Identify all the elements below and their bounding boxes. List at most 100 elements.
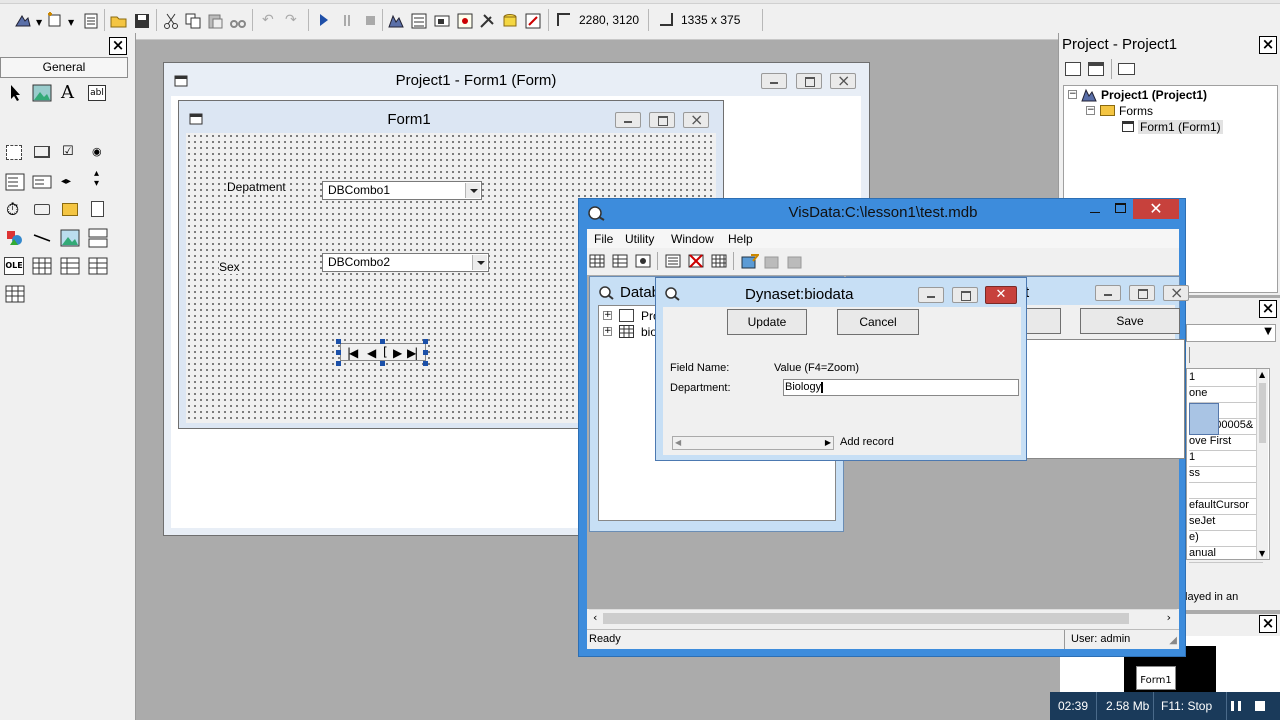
line-tool-icon[interactable] — [31, 227, 53, 249]
stop-icon[interactable] — [1255, 701, 1265, 711]
dropdown-arrow-icon[interactable]: ▼ — [36, 18, 42, 27]
dblist-tool-icon[interactable] — [87, 255, 109, 277]
optionbutton-tool-icon[interactable]: ◉ — [92, 145, 102, 158]
chevron-down-icon[interactable] — [465, 183, 480, 198]
snapshot-type-icon[interactable] — [635, 253, 651, 269]
scroll-thumb[interactable] — [1259, 383, 1266, 443]
toolbox-icon[interactable] — [478, 12, 496, 30]
ole-tool-icon[interactable]: OLE — [4, 257, 24, 275]
property-row[interactable]: ss — [1189, 467, 1263, 483]
expand-icon[interactable]: + — [603, 327, 612, 336]
size-grip-icon[interactable]: ◢ — [1169, 635, 1177, 646]
dbcombo1[interactable]: DBCombo1 — [322, 181, 482, 200]
view-object-icon[interactable] — [1088, 62, 1104, 76]
toolbox-close-button[interactable]: × — [109, 37, 127, 55]
property-row[interactable] — [1189, 483, 1263, 499]
dynaset-close-button[interactable]: ✕ — [985, 286, 1017, 304]
resize-handle[interactable] — [423, 339, 428, 344]
dynaset-minimize-button[interactable] — [918, 287, 944, 303]
designer-close-button[interactable] — [830, 71, 856, 90]
resize-handle[interactable] — [336, 350, 341, 355]
update-button[interactable]: Update — [727, 309, 807, 335]
data-control-body[interactable]: |◀ ◀ [ ▶ ▶| — [340, 343, 426, 361]
sql-minimize-button[interactable] — [1095, 285, 1121, 301]
sql-maximize-button[interactable] — [1129, 285, 1155, 301]
resize-handle[interactable] — [423, 350, 428, 355]
move-previous-icon[interactable]: ◀ — [367, 346, 376, 360]
commit-icon[interactable] — [764, 253, 782, 269]
menu-help[interactable]: Help — [728, 232, 753, 246]
collapse-icon[interactable]: − — [1068, 90, 1077, 99]
menu-editor-icon[interactable] — [82, 12, 100, 30]
label-tool-icon[interactable]: A — [61, 82, 74, 103]
chevron-left-icon[interactable]: ‹ — [593, 611, 597, 624]
rollback-icon[interactable] — [787, 253, 805, 269]
stop-hint[interactable]: F11: Stop — [1161, 699, 1212, 713]
begin-transaction-icon[interactable] — [741, 253, 759, 269]
object-browser-icon[interactable] — [456, 12, 474, 30]
shape-tool-icon[interactable] — [4, 227, 26, 249]
properties-list[interactable]: 1 one H80000005& ove First 1 ss efaultCu… — [1186, 368, 1270, 563]
pointer-tool-icon[interactable] — [4, 82, 26, 104]
frame-tool-icon[interactable] — [6, 145, 22, 160]
form1-node[interactable]: Form1 (Form1) — [1138, 120, 1223, 134]
vscrollbar-tool-icon[interactable]: ▴ ▾ — [94, 169, 102, 189]
chevron-right-icon[interactable]: ▶ — [825, 438, 831, 447]
properties-window-icon[interactable] — [410, 12, 428, 30]
resize-handle[interactable] — [336, 339, 341, 344]
record-scrollbar[interactable]: ◀ ▶ — [672, 436, 834, 450]
form-layout-form[interactable]: Form1 — [1136, 666, 1176, 690]
textbox-tool-icon[interactable]: abl — [88, 85, 106, 101]
sql-close-button[interactable] — [1163, 283, 1189, 302]
property-row[interactable]: one — [1189, 387, 1263, 403]
toggle-folders-icon[interactable] — [1118, 63, 1135, 75]
visdata-close-button[interactable]: ✕ — [1133, 199, 1179, 219]
project-root-node[interactable]: Project1 (Project1) — [1101, 88, 1207, 102]
start-icon[interactable] — [320, 14, 328, 26]
form-layout-close-button[interactable]: × — [1259, 615, 1277, 633]
project-explorer-icon[interactable] — [387, 12, 405, 30]
menu-utility[interactable]: Utility — [625, 232, 654, 246]
move-first-icon[interactable]: |◀ — [347, 346, 358, 360]
collapse-icon[interactable]: − — [1086, 106, 1095, 115]
dbcombo-tool-icon[interactable] — [59, 255, 81, 277]
scroll-thumb[interactable] — [603, 613, 1129, 624]
listbox-tool-icon[interactable] — [31, 171, 53, 193]
property-row[interactable]: 1 — [1189, 371, 1263, 387]
sql-save-button[interactable]: Save — [1080, 308, 1180, 334]
cut-icon[interactable] — [162, 12, 180, 30]
undo-icon[interactable]: ↶ — [262, 12, 274, 28]
dynaset-type-icon[interactable] — [612, 253, 628, 269]
combobox-tool-icon[interactable] — [4, 171, 26, 193]
redo-icon[interactable]: ↷ — [285, 12, 297, 28]
dbgrid-tool-icon[interactable] — [31, 255, 53, 277]
filelistbox-tool-icon[interactable] — [91, 201, 104, 217]
data-view-icon[interactable] — [501, 12, 519, 30]
commandbutton-tool-icon[interactable] — [34, 146, 50, 158]
visdata-maximize-button[interactable] — [1115, 203, 1126, 213]
property-row[interactable]: efaultCursor — [1189, 499, 1263, 515]
sex-label[interactable]: Sex — [219, 260, 240, 274]
cancel-button[interactable]: Cancel — [837, 309, 919, 335]
form-layout-icon[interactable] — [433, 12, 451, 30]
add-form-icon[interactable] — [46, 12, 64, 30]
property-row[interactable]: ove First — [1189, 435, 1263, 451]
add-record-label[interactable]: Add record — [840, 436, 894, 448]
expand-icon[interactable]: + — [603, 311, 612, 320]
properties-close-button[interactable]: × — [1259, 300, 1277, 318]
pause-icon[interactable] — [1231, 701, 1241, 711]
move-last-icon[interactable]: ▶| — [407, 346, 418, 360]
dropdown-arrow-icon[interactable]: ▼ — [68, 18, 74, 27]
checkbox-tool-icon[interactable]: ☑ — [62, 144, 74, 159]
property-row[interactable]: e) — [1189, 531, 1263, 547]
open-folder-icon[interactable] — [110, 12, 128, 30]
drivelistbox-tool-icon[interactable] — [34, 204, 50, 215]
designer-minimize-button[interactable] — [761, 73, 787, 89]
resize-handle[interactable] — [336, 361, 341, 366]
chevron-up-icon[interactable]: ▲ — [1259, 370, 1265, 379]
dbcombo2[interactable]: DBCombo2 — [322, 253, 489, 272]
paste-icon[interactable] — [206, 12, 224, 30]
dynaset-window[interactable]: Dynaset:biodata ✕ Update Cancel Field Na… — [655, 277, 1027, 461]
save-icon[interactable] — [133, 12, 151, 30]
picturebox-tool-icon[interactable] — [31, 82, 53, 104]
